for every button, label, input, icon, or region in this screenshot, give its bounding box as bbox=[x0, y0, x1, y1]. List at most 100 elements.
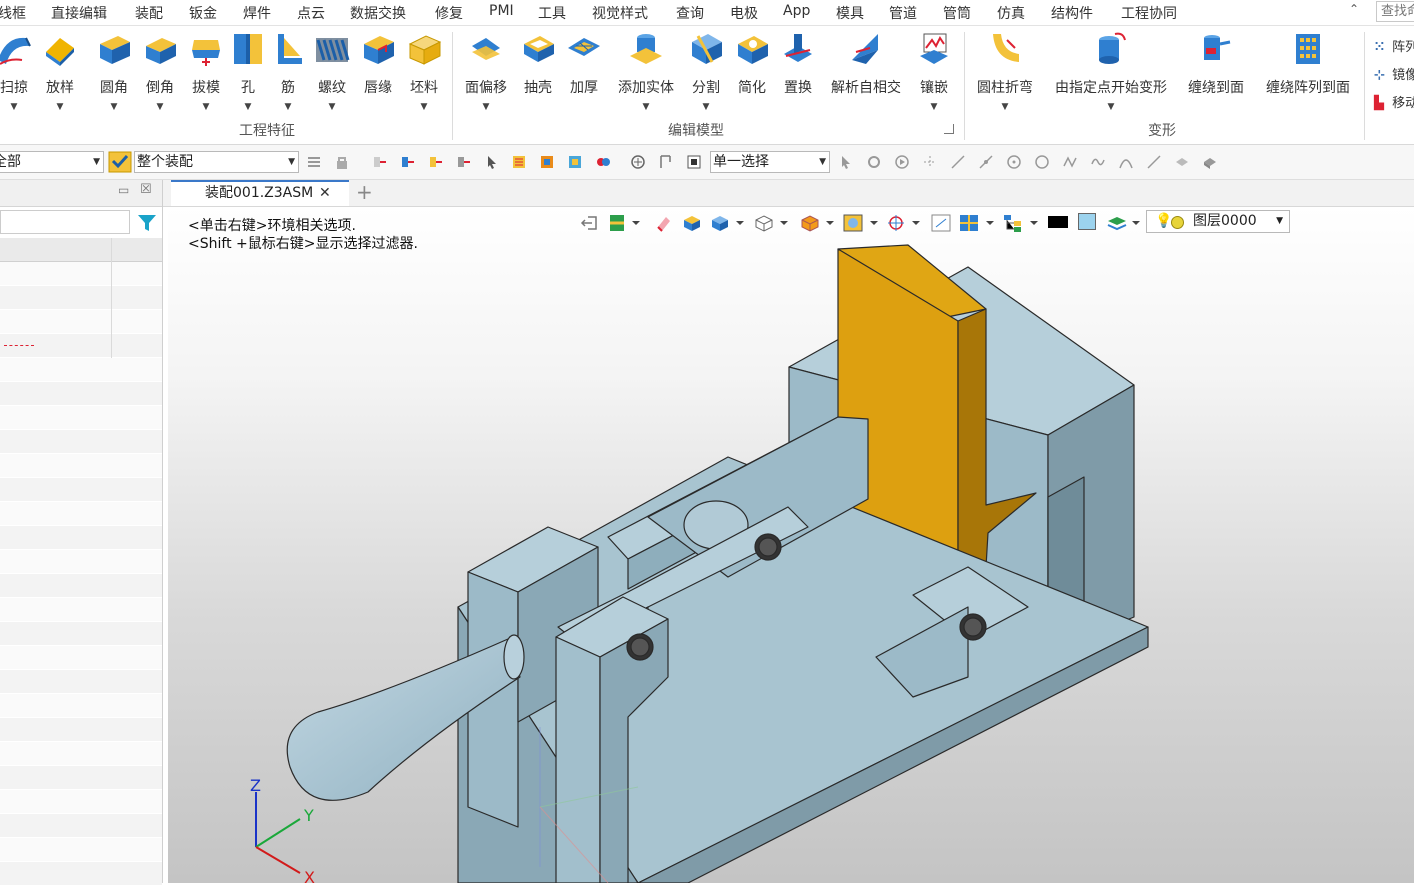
select-arrow-icon[interactable] bbox=[838, 154, 854, 170]
selection-mode-combo[interactable]: 单一选择 ▼ bbox=[710, 151, 830, 173]
assembly-scope-icon[interactable] bbox=[108, 151, 132, 173]
thread-button[interactable]: 螺纹 ▼ bbox=[310, 30, 354, 112]
menu-item-pipe[interactable]: 管道 bbox=[889, 3, 917, 23]
menu-item-point-cloud[interactable]: 点云 bbox=[297, 3, 325, 23]
select-feature-icon[interactable] bbox=[595, 154, 611, 170]
menu-item-assembly[interactable]: 装配 bbox=[135, 3, 163, 23]
filter-combo[interactable]: 全部▼ bbox=[0, 151, 104, 173]
menu-item-structure[interactable]: 结构件 bbox=[1051, 3, 1093, 23]
stop-icon[interactable] bbox=[686, 154, 702, 170]
menu-item-tube[interactable]: 管筒 bbox=[943, 3, 971, 23]
orient-icon[interactable] bbox=[630, 154, 646, 170]
tree-row bbox=[0, 814, 162, 838]
move-button[interactable]: ▙ 移动 bbox=[1374, 92, 1414, 111]
tab-close-icon[interactable]: ✕ bbox=[319, 182, 331, 205]
hole-button[interactable]: 孔 ▼ bbox=[230, 30, 266, 112]
group-label-deform: 变形 bbox=[1148, 123, 1176, 139]
self-intersect-icon bbox=[852, 34, 878, 64]
point-select-icon[interactable] bbox=[922, 154, 938, 170]
self-intersect-button[interactable]: 解析自相交 bbox=[826, 30, 906, 112]
panel-close-icon[interactable]: ☒ bbox=[140, 182, 152, 197]
center-point-icon[interactable] bbox=[1006, 154, 1022, 170]
pick-mode-3-icon[interactable] bbox=[428, 154, 444, 170]
replace-button[interactable]: 置换 bbox=[776, 30, 820, 112]
diagonal-select-icon[interactable] bbox=[1146, 154, 1162, 170]
menu-item-mold[interactable]: 模具 bbox=[836, 3, 864, 23]
tree-row[interactable] bbox=[0, 310, 162, 334]
add-solid-button[interactable]: 添加实体 ▼ bbox=[614, 30, 678, 112]
cylinder-bend-button[interactable]: 圆柱折弯 ▼ bbox=[972, 30, 1038, 112]
tree-row[interactable] bbox=[0, 262, 162, 286]
draft-button[interactable]: 拔模 ▼ bbox=[184, 30, 228, 112]
tree-row-end-marker[interactable] bbox=[0, 334, 162, 358]
pick-mode-2-icon[interactable] bbox=[400, 154, 416, 170]
lock-filter-icon[interactable] bbox=[334, 154, 350, 170]
body-select-icon[interactable] bbox=[1202, 154, 1218, 170]
select-all-icon[interactable] bbox=[539, 154, 555, 170]
spline-select-icon[interactable] bbox=[1062, 154, 1078, 170]
inlay-button[interactable]: 镶嵌 ▼ bbox=[912, 30, 956, 112]
menu-item-app[interactable]: App bbox=[783, 3, 810, 19]
new-tab-button[interactable]: + bbox=[356, 181, 373, 203]
filter-icon[interactable] bbox=[137, 213, 157, 233]
thicken-icon bbox=[568, 38, 600, 56]
wrap-to-face-button[interactable]: 缠绕到面 bbox=[1184, 30, 1248, 112]
curve-select-icon[interactable] bbox=[1090, 154, 1106, 170]
scope-combo[interactable]: 整个装配 ▼ bbox=[134, 151, 299, 173]
menu-item-visual-style[interactable]: 视觉样式 bbox=[592, 3, 648, 23]
edge-select-icon[interactable] bbox=[978, 154, 994, 170]
mirror-button[interactable]: ⊹ 镜像 bbox=[1374, 64, 1414, 83]
play-icon[interactable] bbox=[894, 154, 910, 170]
wrap-pattern-to-face-button[interactable]: 缠绕阵列到面 bbox=[1258, 30, 1358, 112]
sweep-button[interactable]: 扫掠 ▼ bbox=[0, 30, 36, 112]
select-component-icon[interactable] bbox=[567, 154, 583, 170]
menu-item-sheet-metal[interactable]: 钣金 bbox=[189, 3, 217, 23]
menu-item-data-exchange[interactable]: 数据交换 bbox=[350, 3, 406, 23]
measure-icon[interactable] bbox=[658, 154, 674, 170]
pick-mode-4-icon[interactable] bbox=[456, 154, 472, 170]
history-search-input[interactable] bbox=[0, 210, 130, 234]
thicken-button[interactable]: 加厚 bbox=[562, 30, 606, 112]
pointer-icon[interactable] bbox=[484, 154, 500, 170]
shell-icon bbox=[524, 36, 554, 62]
front-plate-front bbox=[555, 636, 601, 883]
tree-row[interactable] bbox=[0, 286, 162, 310]
loft-button[interactable]: 放样 ▼ bbox=[38, 30, 82, 112]
panel-restore-icon[interactable]: ▭ bbox=[118, 183, 129, 197]
menu-item-repair[interactable]: 修复 bbox=[435, 3, 463, 23]
face-select-icon[interactable] bbox=[1174, 154, 1190, 170]
stock-button[interactable]: 坯料 ▼ bbox=[402, 30, 446, 112]
menu-item-collaboration[interactable]: 工程协同 bbox=[1121, 3, 1177, 23]
menu-item-simulation[interactable]: 仿真 bbox=[997, 3, 1025, 23]
circle-select-icon[interactable] bbox=[1034, 154, 1050, 170]
rib-button[interactable]: 筋 ▼ bbox=[270, 30, 306, 112]
snap-icon[interactable] bbox=[306, 154, 322, 170]
line-select-icon[interactable] bbox=[950, 154, 966, 170]
menu-item-direct-edit[interactable]: 直接编辑 bbox=[51, 3, 107, 23]
menu-item-query[interactable]: 查询 bbox=[676, 3, 704, 23]
simplify-button[interactable]: 简化 bbox=[730, 30, 774, 112]
command-search-input[interactable]: 查找命令 bbox=[1376, 1, 1414, 22]
pattern-button[interactable]: ⁙ 阵列 bbox=[1374, 36, 1414, 55]
split-button[interactable]: 分割 ▼ bbox=[684, 30, 728, 112]
menu-item-electrode[interactable]: 电极 bbox=[730, 3, 758, 23]
fillet-button[interactable]: 圆角 ▼ bbox=[92, 30, 136, 112]
collapse-ribbon-icon[interactable]: ⌃ bbox=[1349, 2, 1365, 20]
arc-select-icon[interactable] bbox=[1118, 154, 1134, 170]
list-filter-icon[interactable] bbox=[511, 154, 527, 170]
spin-select-icon[interactable] bbox=[866, 154, 882, 170]
menu-item-tools[interactable]: 工具 bbox=[538, 3, 566, 23]
tab-assembly-001[interactable]: 装配001.Z3ASM ✕ bbox=[171, 180, 349, 206]
deform-from-point-button[interactable]: 由指定点开始变形 ▼ bbox=[1048, 30, 1174, 112]
pick-mode-1-icon[interactable] bbox=[372, 154, 388, 170]
menu-item-weldment[interactable]: 焊件 bbox=[243, 3, 271, 23]
edit-model-launcher-icon[interactable] bbox=[944, 124, 954, 134]
shell-button[interactable]: 抽壳 bbox=[516, 30, 560, 112]
3d-viewport[interactable]: <单击右键>环境相关选项. <Shift +鼠标右键>显示选择过滤器. 💡 图层… bbox=[168, 207, 1414, 883]
vise-assembly-model[interactable]: Z Y X bbox=[168, 207, 1414, 883]
chamfer-button[interactable]: 倒角 ▼ bbox=[138, 30, 182, 112]
lip-button[interactable]: 唇缘 bbox=[356, 30, 400, 112]
menu-item-pmi[interactable]: PMI bbox=[489, 3, 514, 19]
face-offset-button[interactable]: 面偏移 ▼ bbox=[462, 30, 510, 112]
menu-item-wireframe[interactable]: 线框 bbox=[0, 3, 26, 23]
